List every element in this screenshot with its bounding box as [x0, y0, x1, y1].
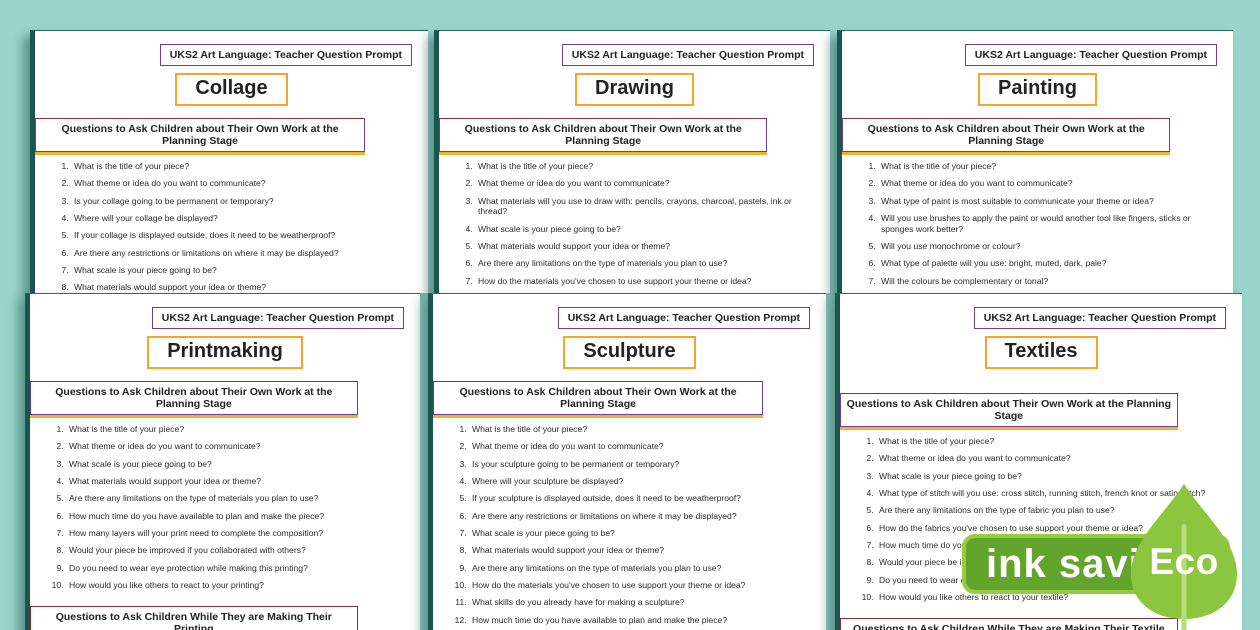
worksheet-card-drawing: UKS2 Art Language: Teacher Question Prom… [434, 30, 830, 293]
section-heading-planning: Questions to Ask Children about Their Ow… [842, 118, 1170, 152]
canvas: { "shared": { "header_label": "UKS2 Art … [0, 0, 1260, 630]
question-item: What materials will you use to draw with… [475, 196, 822, 217]
worksheet-header: UKS2 Art Language: Teacher Question Prom… [562, 44, 814, 66]
section-heading-planning: Questions to Ask Children about Their Ow… [30, 381, 358, 415]
question-item: What scale is your piece going to be? [71, 265, 420, 276]
question-item: If your collage is displayed outside, do… [71, 230, 420, 241]
question-item: Are there any restrictions or limitation… [71, 248, 420, 259]
question-item: Are there any limitations on the type of… [475, 258, 822, 269]
section-heading-planning: Questions to Ask Children about Their Ow… [35, 118, 365, 152]
question-list: What is the title of your piece? What the… [39, 161, 420, 293]
question-item: What type of paint is most suitable to c… [878, 196, 1225, 207]
question-item: What theme or idea do you want to commun… [71, 178, 420, 189]
worksheet-header: UKS2 Art Language: Teacher Question Prom… [152, 307, 404, 329]
worksheet-title: Collage [175, 73, 287, 106]
question-item: What is the title of your piece? [469, 424, 818, 435]
question-item: What theme or idea do you want to commun… [66, 441, 412, 452]
question-item: Do you need to wear eye protection while… [66, 563, 412, 574]
question-item: What scale is your piece going to be? [876, 471, 1234, 482]
question-list: What is the title of your piece? What the… [443, 161, 822, 293]
question-item: Where will your collage be displayed? [71, 213, 420, 224]
worksheet-header: UKS2 Art Language: Teacher Question Prom… [965, 44, 1217, 66]
worksheet-title: Painting [978, 73, 1097, 106]
question-item: Will you use brushes to apply the paint … [878, 213, 1225, 234]
question-item: What materials would support your idea o… [71, 282, 420, 293]
question-item: What is the title of your piece? [71, 161, 420, 172]
question-item: Are there any restrictions or limitation… [469, 511, 818, 522]
question-item: What type of palette will you use: brigh… [878, 258, 1225, 269]
question-item: What theme or idea do you want to commun… [876, 453, 1234, 464]
question-item: What scale is your piece going to be? [66, 459, 412, 470]
question-item: Will you use monochrome or colour? [878, 241, 1225, 252]
question-item: Is your sculpture going to be permanent … [469, 459, 818, 470]
question-item: Would your piece be improved if you coll… [66, 545, 412, 556]
worksheet-title: Drawing [575, 73, 694, 106]
question-list: What is the title of your piece? What the… [437, 424, 818, 630]
question-item: What is the title of your piece? [878, 161, 1225, 172]
section-heading-making: Questions to Ask Children While They are… [30, 606, 358, 630]
question-item: Where will your sculpture be displayed? [469, 476, 818, 487]
question-item: How would you like others to react to yo… [66, 580, 412, 591]
question-item: Are there any limitations on the type of… [66, 493, 412, 504]
worksheet-title: Printmaking [147, 336, 303, 369]
question-item: How many layers will your print need to … [66, 528, 412, 539]
question-item: How do the materials you've chosen to us… [469, 580, 818, 591]
section-heading-planning: Questions to Ask Children about Their Ow… [439, 118, 767, 152]
question-item: If your sculpture is displayed outside, … [469, 493, 818, 504]
question-item: What theme or idea do you want to commun… [469, 441, 818, 452]
question-item: How much time do you have available to p… [469, 615, 818, 626]
question-item: What is the title of your piece? [66, 424, 412, 435]
question-item: What materials would support your idea o… [66, 476, 412, 487]
question-item: What materials would support your idea o… [469, 545, 818, 556]
question-item: Will the colours be complementary or ton… [878, 276, 1225, 287]
question-item: What scale is your piece going to be? [469, 528, 818, 539]
question-item: Is your collage going to be permanent or… [71, 196, 420, 207]
worksheet-card-painting: UKS2 Art Language: Teacher Question Prom… [837, 30, 1233, 293]
question-item: What theme or idea do you want to commun… [878, 178, 1225, 189]
worksheet-header: UKS2 Art Language: Teacher Question Prom… [558, 307, 810, 329]
question-item: What skills do you already have for maki… [469, 597, 818, 608]
worksheet-title: Sculpture [563, 336, 695, 369]
question-item: How much time do you have available to p… [66, 511, 412, 522]
question-item: What theme or idea do you want to commun… [475, 178, 822, 189]
worksheet-card-sculpture: UKS2 Art Language: Teacher Question Prom… [428, 293, 826, 630]
question-item: How do the materials you've chosen to us… [475, 276, 822, 287]
section-heading-planning: Questions to Ask Children about Their Ow… [840, 393, 1178, 427]
worksheet-title: Textiles [985, 336, 1098, 369]
question-item: What scale is your piece going to be? [475, 224, 822, 235]
question-item: What is the title of your piece? [876, 436, 1234, 447]
worksheet-card-collage: UKS2 Art Language: Teacher Question Prom… [30, 30, 428, 293]
section-heading-planning: Questions to Ask Children about Their Ow… [433, 381, 763, 415]
worksheet-card-printmaking: UKS2 Art Language: Teacher Question Prom… [25, 293, 420, 630]
question-item: What materials would support your idea o… [475, 241, 822, 252]
question-list: What is the title of your piece? What the… [34, 424, 412, 597]
question-item: Are there any limitations on the type of… [469, 563, 818, 574]
question-item: What is the title of your piece? [475, 161, 822, 172]
worksheet-header: UKS2 Art Language: Teacher Question Prom… [974, 307, 1226, 329]
eco-label: Eco [1125, 541, 1243, 583]
question-list: What is the title of your piece? What the… [846, 161, 1225, 293]
worksheet-header: UKS2 Art Language: Teacher Question Prom… [160, 44, 412, 66]
